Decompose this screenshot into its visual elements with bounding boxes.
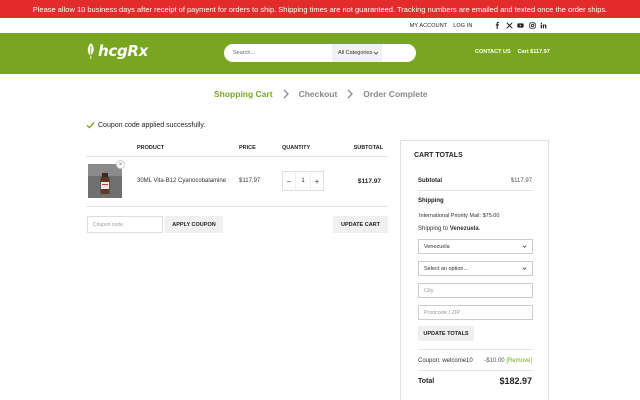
coupon-label: Coupon: welcome10 <box>418 358 473 364</box>
update-totals-button[interactable]: UPDATE TOTALS <box>418 326 474 341</box>
product-price: $117.97 <box>239 178 261 184</box>
my-account-link[interactable]: MY ACCOUNT <box>410 23 448 29</box>
site-header: hcgRx All Categories CONTACT US Cart $11… <box>0 33 640 74</box>
city-input[interactable] <box>418 283 533 298</box>
youtube-icon[interactable] <box>516 21 525 30</box>
divider <box>418 190 533 191</box>
quantity-decrease-button[interactable]: − <box>283 177 295 186</box>
leaf-logo-icon <box>87 43 94 59</box>
chevron-right-icon <box>346 89 354 99</box>
state-select[interactable]: Select an option... <box>418 261 533 276</box>
contact-us-link[interactable]: CONTACT US <box>475 49 511 55</box>
total-label: Total <box>418 378 435 385</box>
shipping-to-prefix: Shipping to <box>418 226 450 232</box>
step-order-complete: Order Complete <box>363 89 428 99</box>
apply-coupon-button[interactable]: APPLY COUPON <box>165 216 223 233</box>
shipping-label: Shipping <box>418 198 444 204</box>
divider <box>418 349 533 350</box>
chevron-down-icon <box>373 51 379 55</box>
total-value: $182.97 <box>499 376 532 386</box>
header-price: PRICE <box>239 145 256 151</box>
checkout-steps: Shopping Cart Checkout Order Complete <box>214 89 434 99</box>
shipping-country: Venezuela <box>449 226 479 232</box>
chevron-right-icon <box>282 89 290 99</box>
state-select-value: Select an option... <box>424 265 469 272</box>
subtotal-label: Subtotal <box>418 178 442 184</box>
country-select[interactable]: Venezuela <box>418 239 533 254</box>
checkmark-icon <box>86 121 95 129</box>
product-name[interactable]: 30ML Vita-B12 Cyanocobalamine <box>137 178 226 184</box>
shipping-notice-banner: Please allow 10 business days after rece… <box>0 0 640 18</box>
cart-totals-panel: CART TOTALS Subtotal $117.97 Shipping In… <box>400 140 549 400</box>
header-quantity: QUANTITY <box>282 145 311 151</box>
coupon-discount: -$10.00 [Remove] <box>484 358 532 364</box>
shipping-notice-text: Please allow 10 business days after rece… <box>32 4 608 14</box>
coupon-success-message: Coupon code applied successfully. <box>86 121 205 129</box>
facebook-icon[interactable] <box>493 21 502 30</box>
linkedin-icon[interactable] <box>539 21 548 30</box>
country-select-value: Venezuela <box>424 243 450 250</box>
cart-link[interactable]: Cart $117.97 <box>518 49 550 55</box>
coupon-discount-value: -$10.00 <box>484 358 505 364</box>
cart-totals-title: CART TOTALS <box>414 152 463 159</box>
header-subtotal: SUBTOTAL <box>353 145 383 151</box>
site-logo[interactable]: hcgRx <box>85 42 148 60</box>
update-cart-button[interactable]: UPDATE CART <box>333 216 388 233</box>
quantity-increase-button[interactable]: + <box>311 177 323 186</box>
shipping-method: International Priority Mail: $75.00 <box>419 213 500 219</box>
social-links <box>491 21 549 30</box>
search-bar: All Categories <box>224 44 416 62</box>
search-input[interactable] <box>224 45 332 61</box>
shipping-to-suffix: . <box>478 226 481 232</box>
step-shopping-cart[interactable]: Shopping Cart <box>214 89 273 99</box>
coupon-success-text: Coupon code applied successfully. <box>98 121 206 129</box>
chevron-down-icon <box>522 245 527 248</box>
subtotal-value: $117.97 <box>510 178 532 184</box>
quantity-value[interactable]: 1 <box>295 172 311 190</box>
chevron-down-icon <box>522 267 527 270</box>
cart-table-header: PRODUCT PRICE QUANTITY SUBTOTAL <box>86 143 388 157</box>
instagram-icon[interactable] <box>528 21 537 30</box>
shipping-destination: Shipping to Venezuela. <box>418 226 480 232</box>
product-thumbnail[interactable] <box>88 164 122 198</box>
product-subtotal: $117.97 <box>357 178 381 185</box>
category-label: All Categories <box>338 50 373 56</box>
coupon-remove-link[interactable]: [Remove] <box>506 358 532 364</box>
quantity-stepper: − 1 + <box>282 171 324 191</box>
cart-item-row: × 30ML Vita-B12 Cyanocobalamine $117.97 … <box>86 157 388 207</box>
step-checkout[interactable]: Checkout <box>299 89 338 99</box>
remove-item-button[interactable]: × <box>116 160 125 169</box>
header-product: PRODUCT <box>137 145 165 151</box>
coupon-code-input[interactable] <box>87 216 163 233</box>
category-dropdown[interactable]: All Categories <box>332 44 382 62</box>
brand-name: hcgRx <box>98 42 149 60</box>
log-in-link[interactable]: LOG IN <box>453 23 472 29</box>
top-utility-bar: MY ACCOUNT LOG IN <box>0 18 640 33</box>
header-right-links: CONTACT US Cart $117.97 <box>475 49 557 55</box>
divider <box>418 370 533 371</box>
postcode-input[interactable] <box>418 305 533 320</box>
x-icon[interactable] <box>505 21 514 30</box>
